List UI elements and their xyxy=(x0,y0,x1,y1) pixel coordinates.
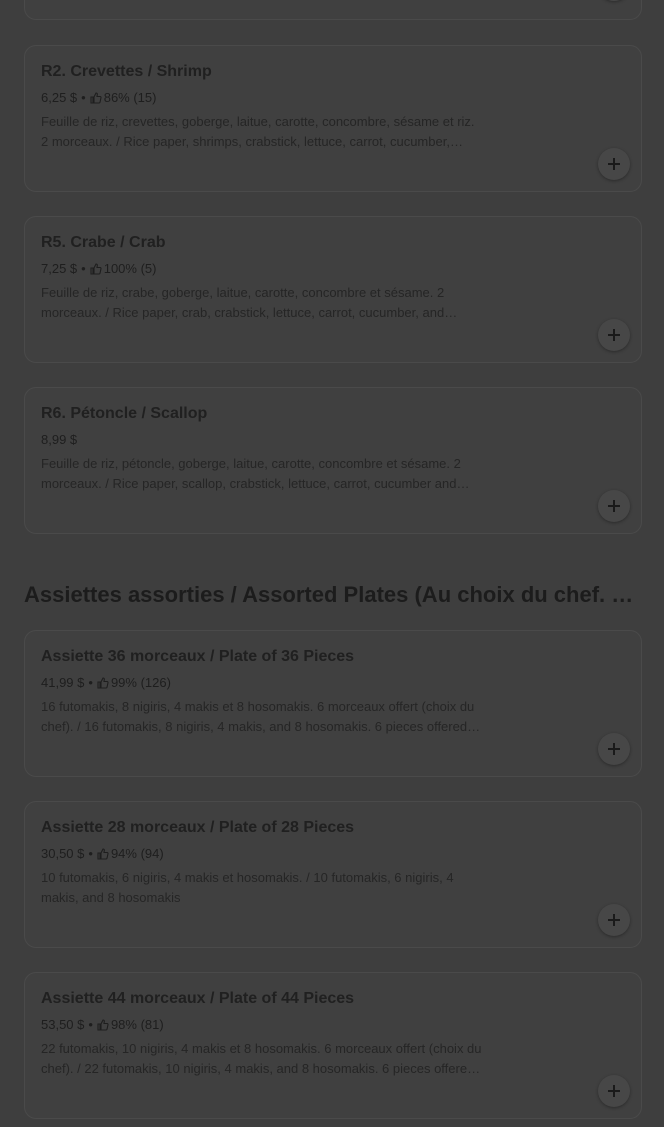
add-item-button[interactable] xyxy=(598,1075,630,1107)
item-rating: 99% (126) xyxy=(110,675,171,690)
section-title: Assiettes assorties / Assorted Plates (A… xyxy=(24,582,644,607)
item-title: R2. Crevettes / Shrimp xyxy=(41,63,212,80)
add-item-button[interactable] xyxy=(598,733,630,765)
item-description: 16 futomakis, 8 nigiris, 4 makis et 8 ho… xyxy=(41,699,475,734)
item-meta: 30,50 $ • 94% (94) xyxy=(41,846,164,861)
separator: • xyxy=(88,846,93,861)
plus-icon xyxy=(608,329,620,341)
item-rating: 100% (5) xyxy=(103,261,157,276)
item-price: 41,99 $ xyxy=(41,675,85,690)
plus-icon xyxy=(608,914,620,926)
item-title: Assiette 28 morceaux / Plate of 28 Piece… xyxy=(41,819,355,836)
item-meta: 7,25 $ • 100% (5) xyxy=(41,261,156,276)
menu-item-card[interactable] xyxy=(24,0,642,20)
thumbs-up-icon xyxy=(90,91,102,104)
menu-item-card[interactable]: Assiette 44 morceaux / Plate of 44 Piece… xyxy=(24,972,642,1119)
item-description: Feuille de riz, pétoncle, goberge, laitu… xyxy=(41,456,461,491)
item-meta: 6,25 $ • 86% (15) xyxy=(41,90,156,105)
add-item-button[interactable] xyxy=(598,319,630,351)
plus-icon xyxy=(608,743,620,755)
add-item-button[interactable] xyxy=(598,0,630,1)
item-title: R5. Crabe / Crab xyxy=(41,234,166,251)
menu-item-card[interactable]: Assiette 28 morceaux / Plate of 28 Piece… xyxy=(24,801,642,948)
item-description: Feuille de riz, crabe, goberge, laitue, … xyxy=(41,285,445,320)
separator: • xyxy=(88,675,93,690)
item-title: Assiette 36 morceaux / Plate of 36 Piece… xyxy=(41,648,355,665)
item-rating: 86% (15) xyxy=(103,90,157,105)
plus-icon xyxy=(608,500,620,512)
menu-item-card[interactable]: R2. Crevettes / Shrimp 6,25 $ • 86% (15)… xyxy=(24,45,642,192)
plus-icon xyxy=(608,1085,620,1097)
item-meta: 41,99 $ • 99% (126) xyxy=(41,675,171,690)
add-item-button[interactable] xyxy=(598,490,630,522)
item-rating: 98% (81) xyxy=(110,1017,164,1032)
separator: • xyxy=(88,1017,93,1032)
thumbs-up-icon xyxy=(90,262,102,275)
item-price: 30,50 $ xyxy=(41,846,85,861)
plus-icon xyxy=(608,158,620,170)
item-price: 53,50 $ xyxy=(41,1017,85,1032)
item-price: 7,25 $ xyxy=(41,261,78,276)
menu-page: R2. Crevettes / Shrimp 6,25 $ • 86% (15)… xyxy=(0,0,664,1127)
menu-item-card[interactable]: R6. Pétoncle / Scallop 8,99 $ Feuille de… xyxy=(24,387,642,534)
item-description: Feuille de riz, crevettes, goberge, lait… xyxy=(41,114,475,149)
item-price: 6,25 $ xyxy=(41,90,78,105)
item-price: 8,99 $ xyxy=(41,432,78,447)
item-title: Assiette 44 morceaux / Plate of 44 Piece… xyxy=(41,990,355,1007)
menu-item-card[interactable]: Assiette 36 morceaux / Plate of 36 Piece… xyxy=(24,630,642,777)
separator: • xyxy=(81,261,86,276)
item-meta: 53,50 $ • 98% (81) xyxy=(41,1017,164,1032)
thumbs-up-icon xyxy=(97,847,109,860)
item-description: 22 futomakis, 10 nigiris, 4 makis et 8 h… xyxy=(41,1041,482,1076)
item-rating: 94% (94) xyxy=(110,846,164,861)
thumbs-up-icon xyxy=(97,676,109,689)
separator: • xyxy=(81,90,86,105)
item-description: 10 futomakis, 6 nigiris, 4 makis et hoso… xyxy=(41,870,454,905)
item-title: R6. Pétoncle / Scallop xyxy=(41,405,208,422)
menu-item-card[interactable]: R5. Crabe / Crab 7,25 $ • 100% (5) Feuil… xyxy=(24,216,642,363)
thumbs-up-icon xyxy=(97,1018,109,1031)
add-item-button[interactable] xyxy=(598,904,630,936)
add-item-button[interactable] xyxy=(598,148,630,180)
item-meta: 8,99 $ xyxy=(41,432,77,447)
